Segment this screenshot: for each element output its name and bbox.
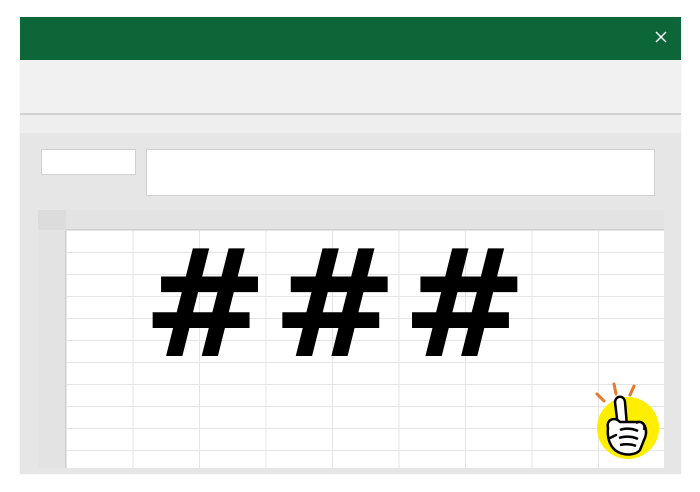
close-icon <box>655 31 667 43</box>
overflow-cell-value: ### <box>142 218 532 392</box>
name-box[interactable] <box>41 149 136 175</box>
title-bar <box>20 17 681 60</box>
pointing-finger-icon <box>595 382 659 459</box>
ribbon-band <box>20 115 681 133</box>
worksheet: ### <box>38 210 664 468</box>
close-button[interactable] <box>649 25 673 49</box>
formula-bar-input[interactable] <box>146 149 655 196</box>
spreadsheet-window: ### <box>20 17 681 474</box>
ribbon <box>20 60 681 115</box>
